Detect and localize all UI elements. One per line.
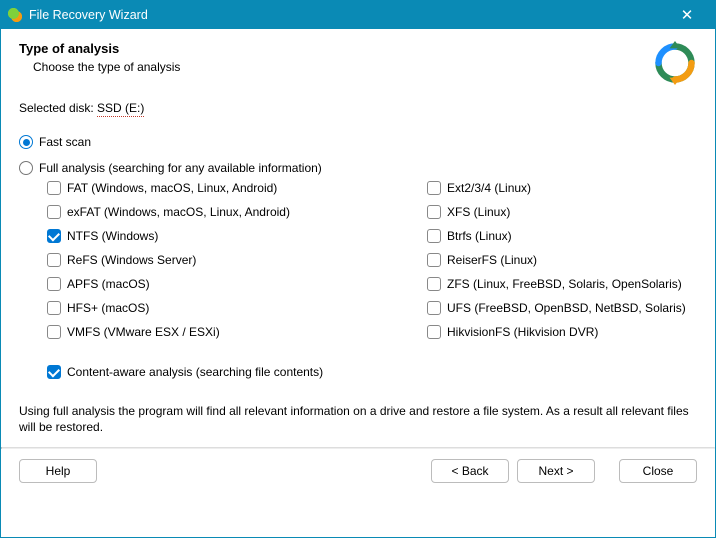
recovery-wizard-icon <box>653 41 697 85</box>
checkbox-label: XFS (Linux) <box>447 205 510 219</box>
mode-description: Using full analysis the program will fin… <box>1 403 715 447</box>
radio-icon <box>19 161 33 175</box>
checkbox-label: FAT (Windows, macOS, Linux, Android) <box>67 181 277 195</box>
checkbox-icon <box>427 205 441 219</box>
radio-label: Full analysis (searching for any availab… <box>39 161 322 175</box>
checkbox-label: ZFS (Linux, FreeBSD, Solaris, OpenSolari… <box>447 277 682 291</box>
checkbox-icon <box>47 181 61 195</box>
help-button[interactable]: Help <box>19 459 97 483</box>
app-icon <box>7 7 23 23</box>
selected-disk-link[interactable]: SSD (E:) <box>97 101 144 117</box>
checkbox-icon <box>427 181 441 195</box>
checkbox-label: HikvisionFS (Hikvision DVR) <box>447 325 598 339</box>
filesystem-grid: FAT (Windows, macOS, Linux, Android) Ext2… <box>19 181 697 339</box>
checkbox-icon <box>47 301 61 315</box>
checkbox-label: ReFS (Windows Server) <box>67 253 196 267</box>
checkbox-fs-apfs[interactable]: APFS (macOS) <box>47 277 427 291</box>
checkbox-label: Btrfs (Linux) <box>447 229 512 243</box>
page-subtitle: Choose the type of analysis <box>19 60 653 74</box>
checkbox-icon <box>47 229 61 243</box>
checkbox-icon <box>47 253 61 267</box>
checkbox-fs-hikvision[interactable]: HikvisionFS (Hikvision DVR) <box>427 325 697 339</box>
checkbox-fs-refs[interactable]: ReFS (Windows Server) <box>47 253 427 267</box>
checkbox-label: UFS (FreeBSD, OpenBSD, NetBSD, Solaris) <box>447 301 686 315</box>
close-icon[interactable]: ✕ <box>667 1 707 29</box>
checkbox-fs-zfs[interactable]: ZFS (Linux, FreeBSD, Solaris, OpenSolari… <box>427 277 697 291</box>
checkbox-content-aware[interactable]: Content-aware analysis (searching file c… <box>47 365 697 379</box>
radio-icon <box>19 135 33 149</box>
checkbox-label: VMFS (VMware ESX / ESXi) <box>67 325 220 339</box>
page-title: Type of analysis <box>19 41 653 56</box>
checkbox-icon <box>47 277 61 291</box>
checkbox-label: Ext2/3/4 (Linux) <box>447 181 531 195</box>
checkbox-icon <box>427 325 441 339</box>
close-button[interactable]: Close <box>619 459 697 483</box>
checkbox-fs-ufs[interactable]: UFS (FreeBSD, OpenBSD, NetBSD, Solaris) <box>427 301 697 315</box>
checkbox-fs-btrfs[interactable]: Btrfs (Linux) <box>427 229 697 243</box>
titlebar: File Recovery Wizard ✕ <box>1 1 715 29</box>
checkbox-fs-xfs[interactable]: XFS (Linux) <box>427 205 697 219</box>
window-title: File Recovery Wizard <box>29 8 667 22</box>
selected-disk-row: Selected disk: SSD (E:) <box>19 101 697 115</box>
checkbox-icon <box>427 229 441 243</box>
checkbox-fs-exfat[interactable]: exFAT (Windows, macOS, Linux, Android) <box>47 205 427 219</box>
checkbox-fs-fat[interactable]: FAT (Windows, macOS, Linux, Android) <box>47 181 427 195</box>
checkbox-icon <box>47 365 61 379</box>
selected-disk-label: Selected disk: <box>19 101 97 115</box>
checkbox-label: Content-aware analysis (searching file c… <box>67 365 323 379</box>
checkbox-label: NTFS (Windows) <box>67 229 158 243</box>
checkbox-fs-ntfs[interactable]: NTFS (Windows) <box>47 229 427 243</box>
checkbox-label: APFS (macOS) <box>67 277 150 291</box>
checkbox-label: exFAT (Windows, macOS, Linux, Android) <box>67 205 290 219</box>
checkbox-icon <box>47 325 61 339</box>
checkbox-icon <box>47 205 61 219</box>
wizard-footer: Help < Back Next > Close <box>1 449 715 493</box>
checkbox-icon <box>427 301 441 315</box>
back-button[interactable]: < Back <box>431 459 509 483</box>
wizard-header: Type of analysis Choose the type of anal… <box>1 29 715 93</box>
checkbox-fs-hfs[interactable]: HFS+ (macOS) <box>47 301 427 315</box>
next-button[interactable]: Next > <box>517 459 595 483</box>
checkbox-icon <box>427 277 441 291</box>
radio-fast-scan[interactable]: Fast scan <box>19 135 697 149</box>
checkbox-fs-vmfs[interactable]: VMFS (VMware ESX / ESXi) <box>47 325 427 339</box>
checkbox-label: HFS+ (macOS) <box>67 301 149 315</box>
checkbox-fs-ext[interactable]: Ext2/3/4 (Linux) <box>427 181 697 195</box>
radio-label: Fast scan <box>39 135 91 149</box>
checkbox-icon <box>427 253 441 267</box>
checkbox-label: ReiserFS (Linux) <box>447 253 537 267</box>
radio-full-analysis[interactable]: Full analysis (searching for any availab… <box>19 161 697 175</box>
checkbox-fs-reiser[interactable]: ReiserFS (Linux) <box>427 253 697 267</box>
